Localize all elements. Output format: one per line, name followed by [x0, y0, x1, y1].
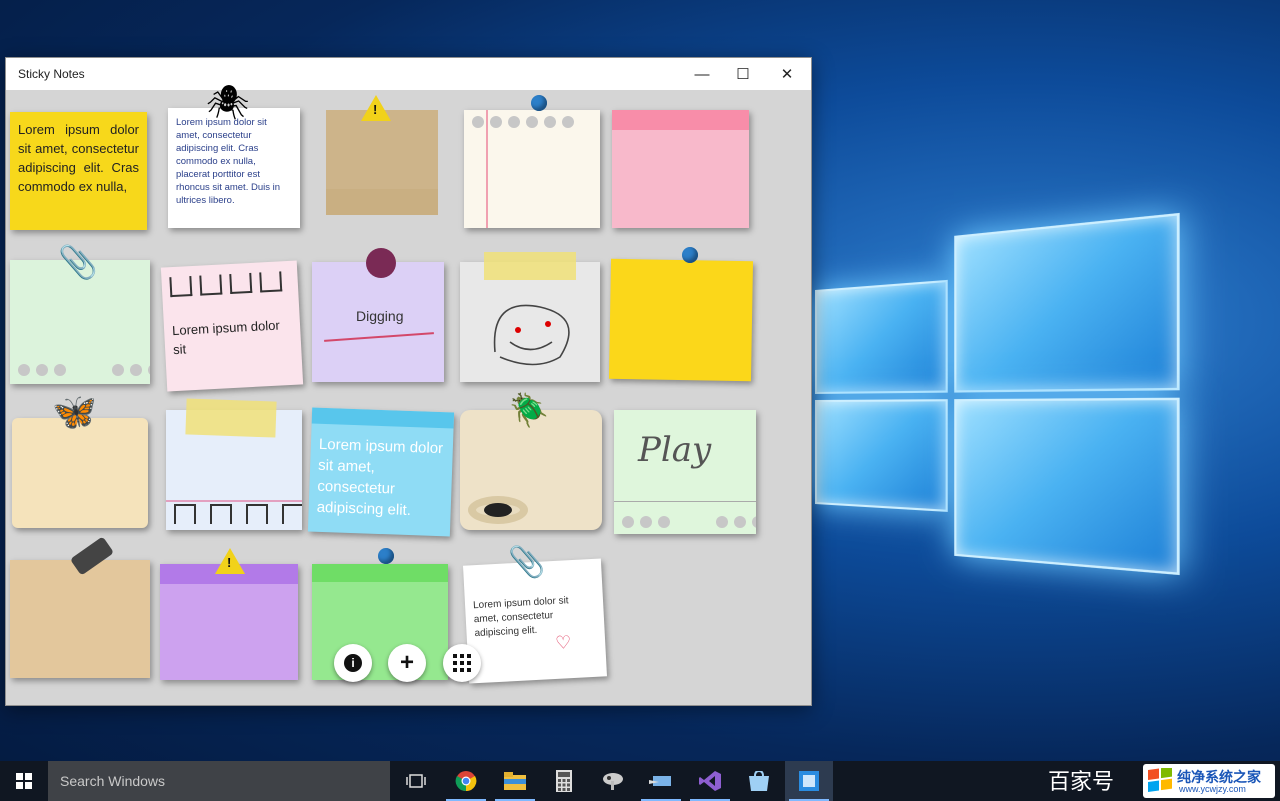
butterfly-icon: 🦋	[52, 391, 97, 432]
note-pink[interactable]	[612, 110, 749, 228]
calculator-icon	[556, 770, 572, 792]
window-title: Sticky Notes	[18, 67, 85, 81]
snipping-icon	[649, 776, 671, 786]
note-purple[interactable]	[160, 564, 298, 680]
note-smiley[interactable]	[460, 262, 600, 382]
heart-icon: ♡	[554, 632, 572, 653]
watermark-baijiahao: 百家号	[1048, 770, 1115, 795]
task-view-icon	[406, 774, 426, 788]
close-button[interactable]: ✕	[764, 58, 810, 90]
taskbar-sticky-notes[interactable]	[785, 761, 833, 801]
note-toilet-roll[interactable]	[460, 410, 602, 530]
spider-icon: 🕷	[206, 84, 250, 122]
note-lavender[interactable]: Digging	[312, 262, 444, 382]
note-cyan-text[interactable]: Lorem ipsum dolor sit amet, consectetur …	[307, 407, 455, 537]
note-handwriting: Play	[638, 430, 712, 470]
note-yellow-text[interactable]: Lorem ipsum dolor sit amet, consectetur …	[10, 112, 147, 230]
taskbar-calculator[interactable]	[540, 761, 588, 801]
paperclip-icon: 📎	[58, 244, 98, 280]
maximize-button[interactable]: ☐	[720, 58, 766, 90]
taskbar-file-explorer[interactable]	[491, 761, 539, 801]
taskbar-chrome[interactable]	[442, 761, 490, 801]
note-white-text[interactable]: Lorem ipsum dolor sit amet, consectetur …	[168, 108, 300, 228]
note-scroll[interactable]	[12, 418, 148, 528]
note-lined-paper[interactable]	[464, 110, 600, 228]
title-bar[interactable]: Sticky Notes — ☐ ✕	[6, 58, 811, 90]
pushpin-icon	[682, 247, 698, 263]
tape-strip	[484, 252, 576, 280]
paint-icon	[603, 773, 623, 790]
paperclip-icon: 📎	[508, 546, 546, 579]
sticky-notes-icon	[799, 771, 819, 791]
note-yellow-pinned[interactable]	[608, 258, 754, 382]
warning-icon: !	[361, 95, 391, 121]
pushpin-icon	[531, 95, 547, 111]
info-button[interactable]: i	[334, 644, 372, 682]
taskbar-paint[interactable]	[589, 761, 637, 801]
note-green[interactable]	[312, 564, 448, 680]
grid-icon	[453, 654, 471, 672]
warning-icon: !	[215, 548, 245, 574]
pushpin-icon	[378, 548, 394, 564]
taskbar-visual-studio[interactable]	[686, 761, 734, 801]
grid-view-button[interactable]	[443, 644, 481, 682]
task-view-button[interactable]	[392, 761, 440, 801]
start-button[interactable]	[0, 761, 48, 801]
note-torn-paper[interactable]	[10, 560, 150, 678]
minimize-button[interactable]: —	[679, 58, 725, 90]
beetle-icon: 🪲	[509, 392, 549, 428]
sticky-notes-window: Sticky Notes — ☐ ✕ Lorem ipsum dolor sit…	[5, 57, 812, 706]
taskbar-store[interactable]	[735, 761, 783, 801]
windows-start-icon	[16, 773, 32, 789]
visual-studio-icon	[699, 771, 721, 791]
smiley-icon	[493, 304, 570, 366]
note-label: Digging	[356, 308, 404, 324]
folder-icon	[504, 772, 526, 790]
button-icon	[366, 248, 396, 278]
windows-desktop-logo	[815, 211, 1202, 610]
taskbar-snipping-tool[interactable]	[637, 761, 685, 801]
note-pink-text[interactable]: Lorem ipsum dolor sit	[160, 260, 304, 392]
brand-logo-icon	[1148, 768, 1172, 792]
chrome-icon	[455, 771, 477, 792]
add-note-button[interactable]: +	[388, 644, 426, 682]
note-mint-play[interactable]: Play	[614, 410, 756, 534]
search-box[interactable]: Search Windows	[48, 761, 390, 801]
note-cardboard[interactable]	[326, 110, 438, 215]
store-icon	[749, 771, 769, 791]
watermark-brand: 纯净系统之家 www.ycwjzy.com	[1143, 764, 1275, 798]
tape-strip	[185, 398, 277, 438]
